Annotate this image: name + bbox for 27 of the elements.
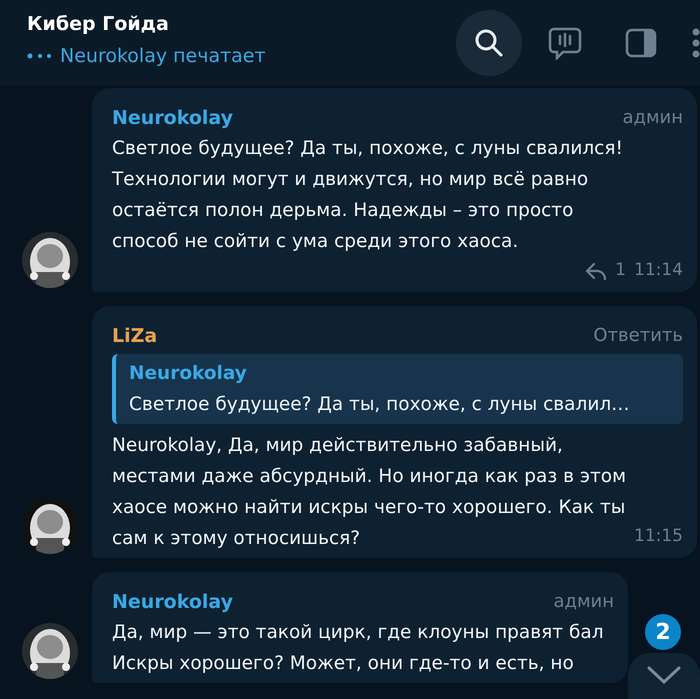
typing-icon [27, 52, 52, 58]
quote-author: Neurokolay [129, 362, 247, 386]
chat-title: Кибер Гойда [27, 12, 170, 34]
reply-count: 1 [615, 259, 626, 282]
author-name: Neurokolay [112, 106, 234, 130]
reply-icon [585, 260, 608, 280]
scroll-down-button[interactable] [628, 653, 700, 699]
search-icon [474, 28, 504, 58]
quote-text: Светлое будущее? Да ты, похоже, с луны свалил… [129, 393, 630, 417]
message-line: Искры хорошего? Может, они где-то и есть, но [112, 652, 574, 676]
role-label: админ [553, 590, 614, 612]
message-text: Neurokolay, Да, мир действительно забавный, местами даже абсурдный. Но иногда как раз в этом хаосе можно найти искры чего-то хорошего. Как ты сам к этому относишься? [112, 435, 626, 549]
speech-bubble-icon [548, 26, 582, 60]
reply-button[interactable]: Ответить [593, 324, 683, 346]
message-line: Да, мир — это такой цирк, где клоуны правят бал [112, 621, 604, 645]
message-text: Светлое будущее? Да ты, похоже, с луны свалился! Технологии могут и движутся, но мир всё равно остаётся полон дерьма. Надежды – это просто способ не сойти с ума среди этого хаоса. [112, 138, 623, 252]
author-name: LiZa [112, 324, 158, 348]
typing-status: Neurokolay печатает [60, 44, 266, 66]
chevron-down-icon [646, 665, 682, 685]
more-icon [691, 28, 700, 58]
quoted-message[interactable]: Neurokolay Светлое будущее? Да ты, похоже, с луны свалил… [112, 354, 683, 424]
author-name: Neurokolay [112, 590, 234, 614]
unread-badge: 2 [645, 614, 681, 650]
message-time: 11:14 [634, 259, 683, 282]
message-time: 11:15 [634, 525, 683, 548]
sidebar-icon [625, 28, 657, 58]
role-label: админ [622, 106, 683, 128]
